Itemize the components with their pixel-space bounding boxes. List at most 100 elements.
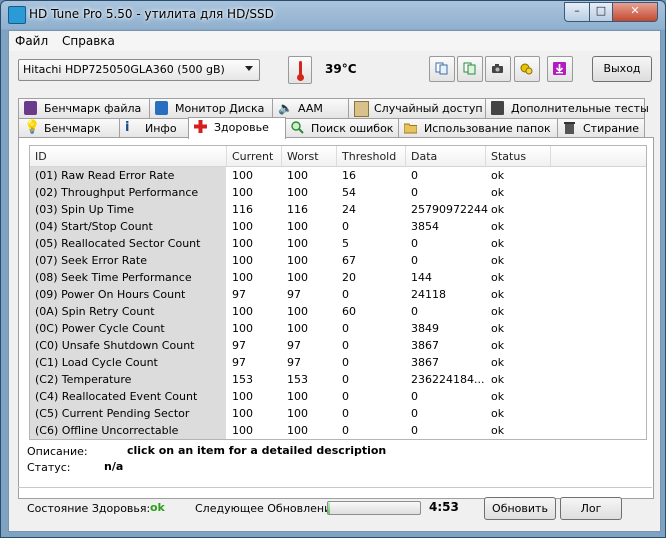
table-row[interactable]: (07) Seek Error Rate 100 100 67 0 ok — [30, 252, 646, 269]
tab-aam[interactable]: 🔈 AAM — [272, 98, 349, 118]
table-row[interactable]: (0A) Spin Retry Count 100 100 60 0 ok — [30, 303, 646, 320]
exit-button[interactable]: Выход — [592, 56, 652, 82]
table-row[interactable]: (C6) Offline Uncorrectable 100 100 0 0 ok — [30, 422, 646, 439]
chevron-down-icon — [245, 66, 253, 71]
table-cell: 144 — [411, 271, 432, 284]
refresh-button[interactable]: Обновить — [484, 497, 556, 520]
table-row[interactable]: (02) Throughput Performance 100 100 54 0 ok — [30, 184, 646, 201]
column-header[interactable]: Current — [232, 150, 273, 163]
table-cell: 0 — [411, 305, 418, 318]
maximize-button[interactable]: □ — [589, 2, 613, 22]
tab-disk-monitor[interactable]: Монитор Диска — [149, 98, 273, 118]
log-button[interactable]: Лог — [560, 497, 622, 520]
table-cell: 97 — [287, 339, 301, 352]
table-cell: (C4) Reallocated Event Count — [35, 390, 198, 403]
column-header[interactable]: Threshold — [342, 150, 396, 163]
table-cell: ok — [491, 203, 505, 216]
close-button[interactable]: ✕ — [612, 2, 658, 22]
table-cell: (C0) Unsafe Shutdown Count — [35, 339, 195, 352]
table-cell: ok — [491, 407, 505, 420]
column-header[interactable]: Status — [491, 150, 526, 163]
status-label: Статус: — [27, 461, 71, 474]
column-header[interactable]: Data — [411, 150, 437, 163]
table-cell: (07) Seek Error Rate — [35, 254, 147, 267]
table-row[interactable]: (03) Spin Up Time 116 116 24 25790972244 ok — [30, 201, 646, 218]
table-cell: 100 — [232, 254, 253, 267]
save-button[interactable] — [547, 56, 573, 82]
table-cell: 0 — [411, 254, 418, 267]
table-row[interactable]: (09) Power On Hours Count 97 97 0 24118 ok — [30, 286, 646, 303]
tab-label: Дополнительные тесты — [511, 102, 649, 115]
column-header[interactable]: Worst — [287, 150, 319, 163]
table-cell: 24 — [342, 203, 356, 216]
menu-file[interactable]: Файл — [15, 34, 48, 48]
copy-text-icon — [435, 62, 448, 75]
table-cell: 100 — [232, 186, 253, 199]
table-cell: 100 — [287, 254, 308, 267]
camera-icon — [492, 64, 503, 73]
app-icon — [8, 6, 26, 24]
table-cell: 100 — [232, 169, 253, 182]
tab-benchmark[interactable]: 💡 Бенчмарк — [18, 118, 120, 138]
table-cell: 100 — [232, 322, 253, 335]
tab-random-access[interactable]: Случайный доступ — [348, 98, 486, 118]
table-row[interactable]: (08) Seek Time Performance 100 100 20 144 ok — [30, 269, 646, 286]
minimize-button[interactable]: – — [564, 2, 590, 22]
table-cell: (0C) Power Cycle Count — [35, 322, 165, 335]
tab-extra-tests[interactable]: Дополнительные тесты — [485, 98, 649, 118]
copy-screen-button[interactable] — [457, 56, 483, 82]
table-row[interactable]: (0C) Power Cycle Count 100 100 0 3849 ok — [30, 320, 646, 337]
title-bar[interactable]: HD Tune Pro 5.50 - утилита для HD/SSD – … — [1, 1, 665, 29]
table-cell: 100 — [287, 407, 308, 420]
menu-help[interactable]: Справка — [62, 34, 115, 48]
table-row[interactable]: (05) Reallocated Sector Count 100 100 5 0 ok — [30, 235, 646, 252]
table-row[interactable]: (C0) Unsafe Shutdown Count 97 97 0 3867 ok — [30, 337, 646, 354]
temperature-readout: 39°C — [325, 62, 357, 76]
table-cell: 54 — [342, 186, 356, 199]
tab-info[interactable]: i Инфо — [119, 118, 189, 138]
copy-text-button[interactable] — [429, 56, 455, 82]
smart-table[interactable]: ID Current Worst Threshold Data Status (… — [29, 145, 647, 440]
column-header[interactable]: ID — [35, 150, 47, 163]
tab-health[interactable]: Здоровье — [188, 117, 286, 139]
thermometer-icon — [288, 56, 312, 84]
tab-label: Случайный доступ — [374, 102, 483, 115]
table-cell: 0 — [342, 322, 349, 335]
tab-folder-usage[interactable]: Использование папок — [398, 118, 558, 138]
table-cell: 0 — [411, 407, 418, 420]
table-cell: 0 — [411, 237, 418, 250]
drive-select[interactable]: Hitachi HDP725050GLA360 (500 gB) — [18, 59, 260, 81]
table-cell: (05) Reallocated Sector Count — [35, 237, 201, 250]
table-cell: 100 — [287, 186, 308, 199]
table-cell: 100 — [232, 305, 253, 318]
table-cell: 60 — [342, 305, 356, 318]
table-row[interactable]: (C4) Reallocated Event Count 100 100 0 0 ok — [30, 388, 646, 405]
table-cell: 100 — [232, 407, 253, 420]
table-row[interactable]: (C2) Temperature 153 153 0 236224184... ok — [30, 371, 646, 388]
tab-file-benchmark[interactable]: Бенчмарк файла — [18, 98, 150, 118]
status-value: n/a — [104, 460, 124, 473]
table-cell: 3867 — [411, 356, 439, 369]
table-row[interactable]: (C1) Load Cycle Count 97 97 0 3867 ok — [30, 354, 646, 371]
tab-error-scan[interactable]: Поиск ошибок — [285, 118, 399, 138]
table-cell: 100 — [287, 322, 308, 335]
table-row[interactable]: (04) Start/Stop Count 100 100 0 3854 ok — [30, 218, 646, 235]
disk-monitor-icon — [155, 101, 168, 115]
screenshot-button[interactable] — [485, 56, 511, 82]
table-cell: 0 — [342, 373, 349, 386]
table-cell: 0 — [342, 424, 349, 437]
table-cell: 0 — [342, 288, 349, 301]
table-cell: 100 — [232, 220, 253, 233]
window-title: HD Tune Pro 5.50 - утилита для HD/SSD — [29, 7, 274, 21]
table-cell: 100 — [287, 220, 308, 233]
tab-erase[interactable]: Стирание — [557, 118, 645, 138]
table-cell: 100 — [287, 237, 308, 250]
options-button[interactable] — [514, 56, 540, 82]
table-cell: ok — [491, 339, 505, 352]
table-row[interactable]: (C5) Current Pending Sector 100 100 0 0 ok — [30, 405, 646, 422]
table-row[interactable]: (01) Raw Read Error Rate 100 100 16 0 ok — [30, 167, 646, 184]
table-cell: ok — [491, 237, 505, 250]
tab-label: Поиск ошибок — [311, 122, 394, 135]
table-cell: 236224184... — [411, 373, 485, 386]
tab-label: Инфо — [145, 122, 177, 135]
